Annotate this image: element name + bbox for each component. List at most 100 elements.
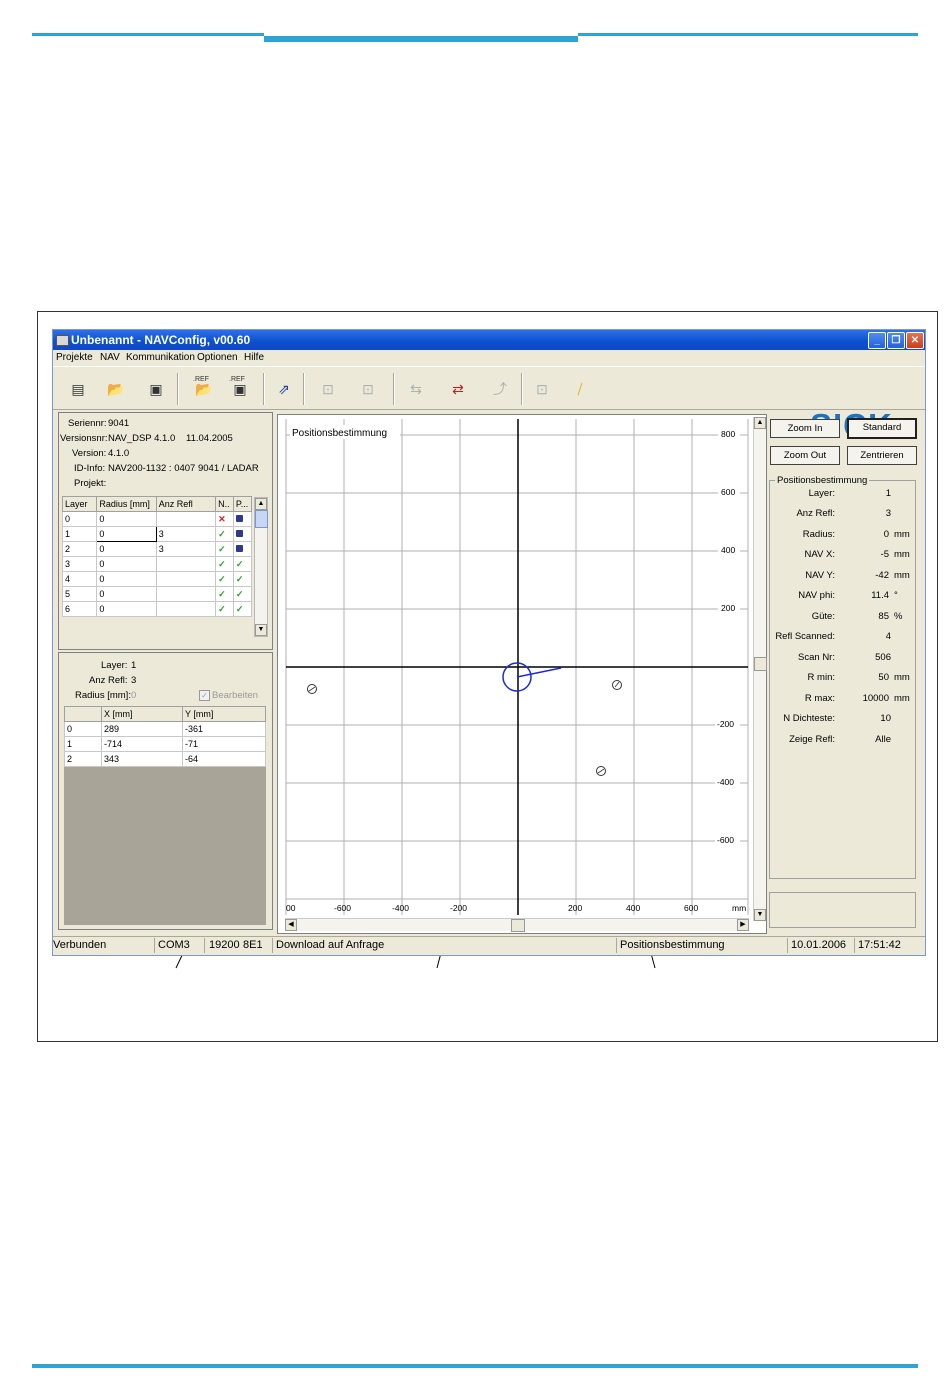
y-tick: 800 <box>721 429 735 439</box>
x-tick: 200 <box>568 903 582 913</box>
cell-y[interactable]: -71 <box>182 736 266 752</box>
cell-x[interactable]: 343 <box>101 751 183 767</box>
ref-label: .REF <box>193 376 209 383</box>
cell-radius[interactable]: 0 <box>96 571 157 587</box>
scroll-down-icon[interactable]: ▼ <box>754 909 766 921</box>
disconnect-icon[interactable]: ⧸ <box>569 379 591 399</box>
reflector-marker[interactable] <box>612 680 622 690</box>
col-n[interactable]: N.. <box>215 496 234 512</box>
table-row[interactable]: 1 0 3 ✓ <box>61 526 253 542</box>
pos-unit: mm <box>894 672 910 683</box>
y-tick: 600 <box>721 487 735 497</box>
position-plot[interactable]: Positionsbestimmung 800 600 400 200 -200… <box>277 414 767 934</box>
pos-label: NAV Y: <box>805 570 835 581</box>
col-y[interactable]: Y [mm] <box>182 706 266 722</box>
zoom-out-button[interactable]: Zoom Out <box>770 446 840 465</box>
scroll-up-icon[interactable]: ▲ <box>255 498 267 510</box>
layer-table: Layer Radius [mm] Anz Refl N.. P... 0 0 … <box>61 496 253 617</box>
cell-x[interactable]: -714 <box>101 736 183 752</box>
cell-radius[interactable]: 0 <box>96 511 157 527</box>
table-row[interactable]: 2 343 -64 <box>64 751 266 767</box>
status-mode: Download auf Anfrage <box>276 939 385 951</box>
pos-unit: mm <box>894 549 910 560</box>
minimize-icon[interactable]: _ <box>868 332 886 349</box>
col-anz-refl[interactable]: Anz Refl <box>155 496 217 512</box>
cell-radius[interactable]: 0 <box>96 541 157 557</box>
cell-radius[interactable]: 0 <box>96 601 157 617</box>
download-icon[interactable]: ⇗ <box>273 379 295 399</box>
project-label: Projekt: <box>74 478 107 489</box>
toolbar-separator <box>393 373 395 405</box>
connect-icon[interactable]: ⊡ <box>531 379 553 399</box>
cell-x[interactable]: 289 <box>101 721 183 737</box>
col-radius[interactable]: Radius [mm] <box>96 496 157 512</box>
reflector-marker[interactable] <box>596 766 606 776</box>
plot-canvas[interactable]: Positionsbestimmung 800 600 400 200 -200… <box>278 415 766 933</box>
scroll-up-icon[interactable]: ▲ <box>754 417 766 429</box>
menu-hilfe[interactable]: Hilfe <box>244 352 264 363</box>
cell-radius[interactable]: 0 <box>96 586 157 602</box>
center-button[interactable]: Zentrieren <box>847 446 917 465</box>
table-row[interactable]: 6 0 ✓ ✓ <box>61 601 253 617</box>
cell-y[interactable]: -64 <box>182 751 266 767</box>
maximize-icon[interactable]: ❐ <box>887 332 905 349</box>
save-ref-icon[interactable]: .REF ▣ <box>229 376 251 399</box>
cell-anz: 3 <box>155 541 217 557</box>
scroll-thumb[interactable] <box>255 510 268 528</box>
scroll-right-icon[interactable]: ▶ <box>737 919 749 931</box>
save-icon[interactable]: ▣ <box>145 379 167 399</box>
col-p[interactable]: P... <box>232 496 253 512</box>
exchange-icon[interactable]: ⇄ <box>447 379 469 399</box>
table-row[interactable]: 0 0 ✕ <box>61 511 253 527</box>
pos-label: Radius: <box>802 529 835 540</box>
pos-unit: mm <box>894 529 910 540</box>
pos-value: 10 <box>880 713 891 724</box>
version-no-value: NAV_DSP 4.1.0 <box>108 433 176 444</box>
cell-index: 0 <box>64 721 102 737</box>
menu-nav[interactable]: NAV <box>100 352 120 363</box>
cell-anz: 3 <box>155 526 217 542</box>
new-project-icon[interactable]: ▤ <box>67 379 89 399</box>
plot-horizontal-scrollbar[interactable]: ◀ ▶ <box>285 918 749 932</box>
zoom-in-button[interactable]: Zoom In <box>770 419 840 438</box>
layer-table-scrollbar[interactable]: ▲ ▼ <box>254 497 268 637</box>
scroll-left-icon[interactable]: ◀ <box>285 919 297 931</box>
download-device-icon[interactable]: ⊡ <box>357 379 379 399</box>
x-tick: -600 <box>334 903 351 913</box>
reflector-marker[interactable] <box>307 684 317 694</box>
upload-device-icon[interactable]: ⊡ <box>317 379 339 399</box>
open-folder-icon[interactable]: 📂 <box>105 379 127 399</box>
plot-vertical-scrollbar[interactable]: ▲ ▼ <box>753 417 767 921</box>
check-icon: ✓ <box>232 586 253 602</box>
scroll-down-icon[interactable]: ▼ <box>255 624 267 636</box>
table-row[interactable]: 1 -714 -71 <box>64 736 266 752</box>
status-view: Positionsbestimmung <box>620 939 725 951</box>
send-icon[interactable]: ⤴ <box>489 379 511 399</box>
version-label: Version: <box>72 448 107 459</box>
table-row[interactable]: 5 0 ✓ ✓ <box>61 586 253 602</box>
menu-kommunikation[interactable]: Kommunikation <box>126 352 195 363</box>
cell-y[interactable]: -361 <box>182 721 266 737</box>
table-row[interactable]: 0 289 -361 <box>64 721 266 737</box>
col-layer[interactable]: Layer <box>61 496 98 512</box>
standard-button[interactable]: Standard <box>847 418 917 439</box>
transfer-icon[interactable]: ⇆ <box>405 379 427 399</box>
menu-projekte[interactable]: Projekte <box>56 352 93 363</box>
version-date: 11.04.2005 <box>186 433 233 444</box>
status-date: 10.01.2006 <box>791 939 847 951</box>
cell-radius[interactable]: 0 <box>96 526 157 542</box>
scroll-thumb[interactable] <box>511 919 525 932</box>
close-icon[interactable]: ✕ <box>906 332 924 349</box>
edit-checkbox[interactable]: ✓ <box>199 690 210 701</box>
col-index <box>64 706 102 722</box>
menu-optionen[interactable]: Optionen <box>197 352 238 363</box>
pos-value: 0 <box>883 529 889 540</box>
table-row[interactable]: 3 0 ✓ ✓ <box>61 556 253 572</box>
col-x[interactable]: X [mm] <box>101 706 183 722</box>
table-row[interactable]: 2 0 3 ✓ <box>61 541 253 557</box>
open-ref-icon[interactable]: .REF 📂 <box>193 376 215 399</box>
pos-unit: ° <box>894 590 898 601</box>
cell-radius[interactable]: 0 <box>96 556 157 572</box>
scroll-thumb[interactable] <box>754 657 767 671</box>
table-row[interactable]: 4 0 ✓ ✓ <box>61 571 253 587</box>
